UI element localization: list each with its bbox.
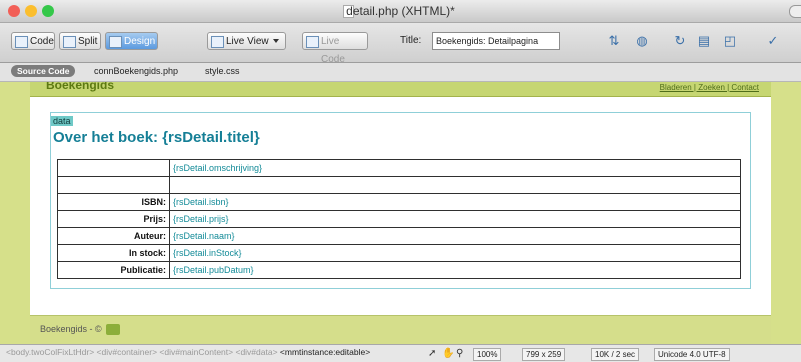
- code-icon: [15, 36, 28, 48]
- tag-selector[interactable]: <body.twoColFixLtHdr> <div#container> <d…: [6, 347, 370, 357]
- view-options-icon[interactable]: ▤: [696, 33, 712, 49]
- row-label: [57, 159, 170, 177]
- zoom-level[interactable]: 100%: [473, 348, 502, 361]
- pointer-tool-icon[interactable]: ➚: [428, 348, 436, 359]
- visual-aids-icon[interactable]: ◰: [722, 33, 738, 49]
- split-icon: [63, 36, 76, 48]
- window-size[interactable]: 799 x 259: [522, 348, 566, 361]
- preview-in-browser-icon[interactable]: ◍: [634, 33, 650, 49]
- code-view-label: Code: [30, 36, 54, 47]
- validate-markup-icon[interactable]: ✓: [765, 33, 781, 49]
- top-navigation[interactable]: Bladeren | Zoeken | Contact: [660, 83, 759, 92]
- footer-copyright: Boekengids - ©: [40, 324, 102, 334]
- table-row: Prijs: {rsDetail.prijs}: [57, 210, 741, 228]
- design-view-button[interactable]: Design: [105, 32, 158, 50]
- binding-cell[interactable]: {rsDetail.prijs}: [169, 210, 741, 228]
- image-icon: [105, 324, 120, 336]
- document-title-label: Title:: [400, 35, 422, 46]
- live-code-label: Live Code: [321, 36, 345, 65]
- document-title-input[interactable]: [432, 32, 560, 50]
- related-file-connBoekengids[interactable]: connBoekengids.php: [94, 66, 178, 76]
- live-code-button[interactable]: Live Code: [302, 32, 368, 65]
- table-row: ISBN: {rsDetail.isbn}: [57, 193, 741, 211]
- row-label: ISBN:: [57, 193, 170, 211]
- page-footer: Boekengids - ©: [30, 315, 771, 345]
- window-title-bar: detail.php (XHTML)*: [0, 0, 801, 23]
- table-row: In stock: {rsDetail.inStock}: [57, 244, 741, 262]
- chevron-down-icon: [272, 39, 279, 44]
- split-view-button[interactable]: Split: [59, 32, 101, 50]
- file-management-icon[interactable]: ⇅: [606, 33, 622, 49]
- table-row: Publicatie: {rsDetail.pubDatum}: [57, 261, 741, 279]
- live-view-button[interactable]: Live View: [207, 32, 286, 50]
- live-code-icon: [306, 36, 319, 48]
- window-title: detail.php (XHTML)*: [346, 4, 455, 18]
- footer-text: Boekengids - ©: [40, 324, 120, 336]
- source-code-tab[interactable]: Source Code: [11, 65, 76, 77]
- site-title: Boekengids: [46, 82, 115, 92]
- document-toolbar: Code Split Design Live View Live Code Ti…: [0, 23, 801, 65]
- row-label: Prijs:: [57, 210, 170, 228]
- main-content: data Over het boek: {rsDetail.titel} {rs…: [50, 112, 751, 289]
- hand-tool-icon[interactable]: ✋: [442, 348, 454, 359]
- related-file-stylesheet[interactable]: style.css: [205, 66, 240, 76]
- binding-cell[interactable]: {rsDetail.isbn}: [169, 193, 741, 211]
- code-view-button[interactable]: Code: [11, 32, 55, 50]
- related-files-bar: Source Code connBoekengids.php style.css: [0, 63, 801, 82]
- page-header: Boekengids Bladeren | Zoeken | Contact: [30, 82, 771, 97]
- selected-tag[interactable]: <mmtinstance:editable>: [280, 347, 370, 357]
- binding-cell[interactable]: [169, 176, 741, 194]
- download-time: 10K / 2 sec: [591, 348, 640, 361]
- design-view-label: Design: [124, 36, 156, 47]
- row-label: In stock:: [57, 244, 170, 262]
- binding-cell[interactable]: {rsDetail.omschrijving}: [169, 159, 741, 177]
- design-icon: [109, 36, 122, 48]
- binding-cell[interactable]: {rsDetail.naam}: [169, 227, 741, 245]
- binding-cell[interactable]: {rsDetail.pubDatum}: [169, 261, 741, 279]
- zoom-tool-icon[interactable]: ⚲: [456, 348, 463, 359]
- row-label: [57, 176, 170, 194]
- tag-path-prefix[interactable]: <body.twoColFixLtHdr> <div#container> <d…: [6, 347, 278, 357]
- page-heading: Over het boek: {rsDetail.titel}: [53, 129, 260, 146]
- split-view-label: Split: [78, 36, 98, 47]
- refresh-icon[interactable]: ↻: [672, 33, 688, 49]
- table-row: Auteur: {rsDetail.naam}: [57, 227, 741, 245]
- row-label: Auteur:: [57, 227, 170, 245]
- table-row: [57, 176, 741, 194]
- design-view[interactable]: Boekengids Bladeren | Zoeken | Contact d…: [0, 82, 801, 345]
- div-tag-label[interactable]: data: [51, 116, 73, 126]
- detail-table: {rsDetail.omschrijving} ISBN: {rsDetail.…: [57, 159, 741, 279]
- status-bar: <body.twoColFixLtHdr> <div#container> <d…: [0, 344, 801, 362]
- toolbar-toggle-button[interactable]: [789, 5, 801, 18]
- page-canvas: Boekengids Bladeren | Zoeken | Contact d…: [30, 82, 771, 345]
- encoding: Unicode 4.0 UTF-8: [654, 348, 730, 361]
- binding-cell[interactable]: {rsDetail.inStock}: [169, 244, 741, 262]
- row-label: Publicatie:: [57, 261, 170, 279]
- table-row: {rsDetail.omschrijving}: [57, 159, 741, 177]
- live-view-label: Live View: [226, 36, 269, 47]
- live-view-icon: [211, 36, 224, 48]
